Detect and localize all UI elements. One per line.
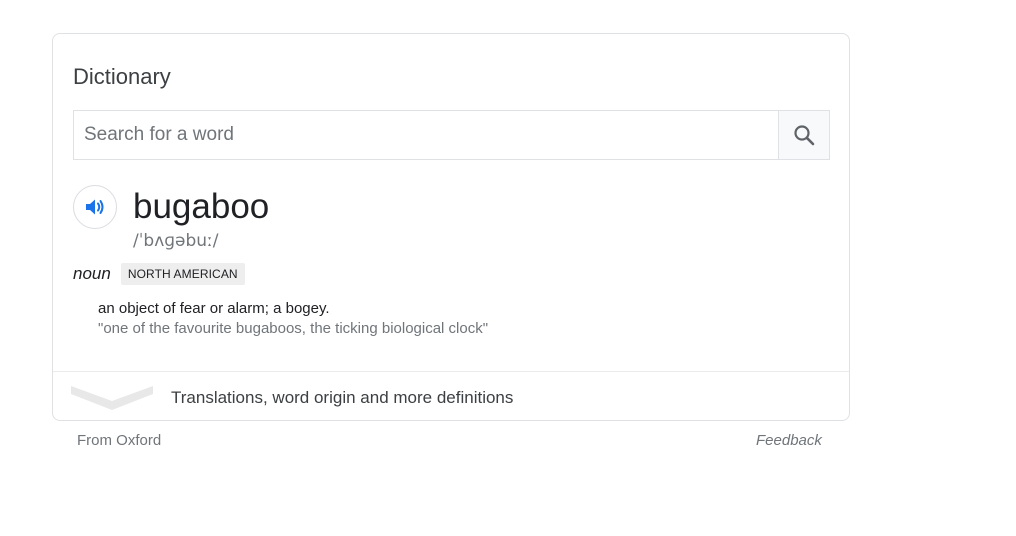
example-sentence: "one of the favourite bugaboos, the tick… [98, 320, 489, 337]
part-of-speech-row: noun NORTH AMERICAN [73, 263, 245, 285]
card-title: Dictionary [73, 64, 171, 89]
headword: bugaboo [133, 187, 270, 226]
speaker-icon [86, 199, 104, 215]
definition-text: an object of fear or alarm; a bogey. [98, 300, 330, 317]
chevron-down-icon [71, 386, 153, 410]
more-definitions-toggle[interactable]: Translations, word origin and more defin… [53, 372, 849, 420]
feedback-link[interactable]: Feedback [756, 432, 822, 449]
dictionary-card: Dictionary bugaboo /ˈbʌɡəbuː/ noun NORTH… [52, 33, 850, 421]
search-input[interactable] [74, 111, 778, 159]
search-button[interactable] [778, 111, 829, 159]
pronunciation: /ˈbʌɡəbuː/ [133, 231, 219, 251]
search-box [73, 110, 830, 160]
pronunciation-audio-button[interactable] [73, 185, 117, 229]
source-attribution: From Oxford [77, 432, 162, 449]
search-icon [794, 125, 815, 146]
more-definitions-label: Translations, word origin and more defin… [171, 388, 514, 407]
region-badge: NORTH AMERICAN [120, 263, 245, 285]
part-of-speech: noun [73, 264, 111, 283]
